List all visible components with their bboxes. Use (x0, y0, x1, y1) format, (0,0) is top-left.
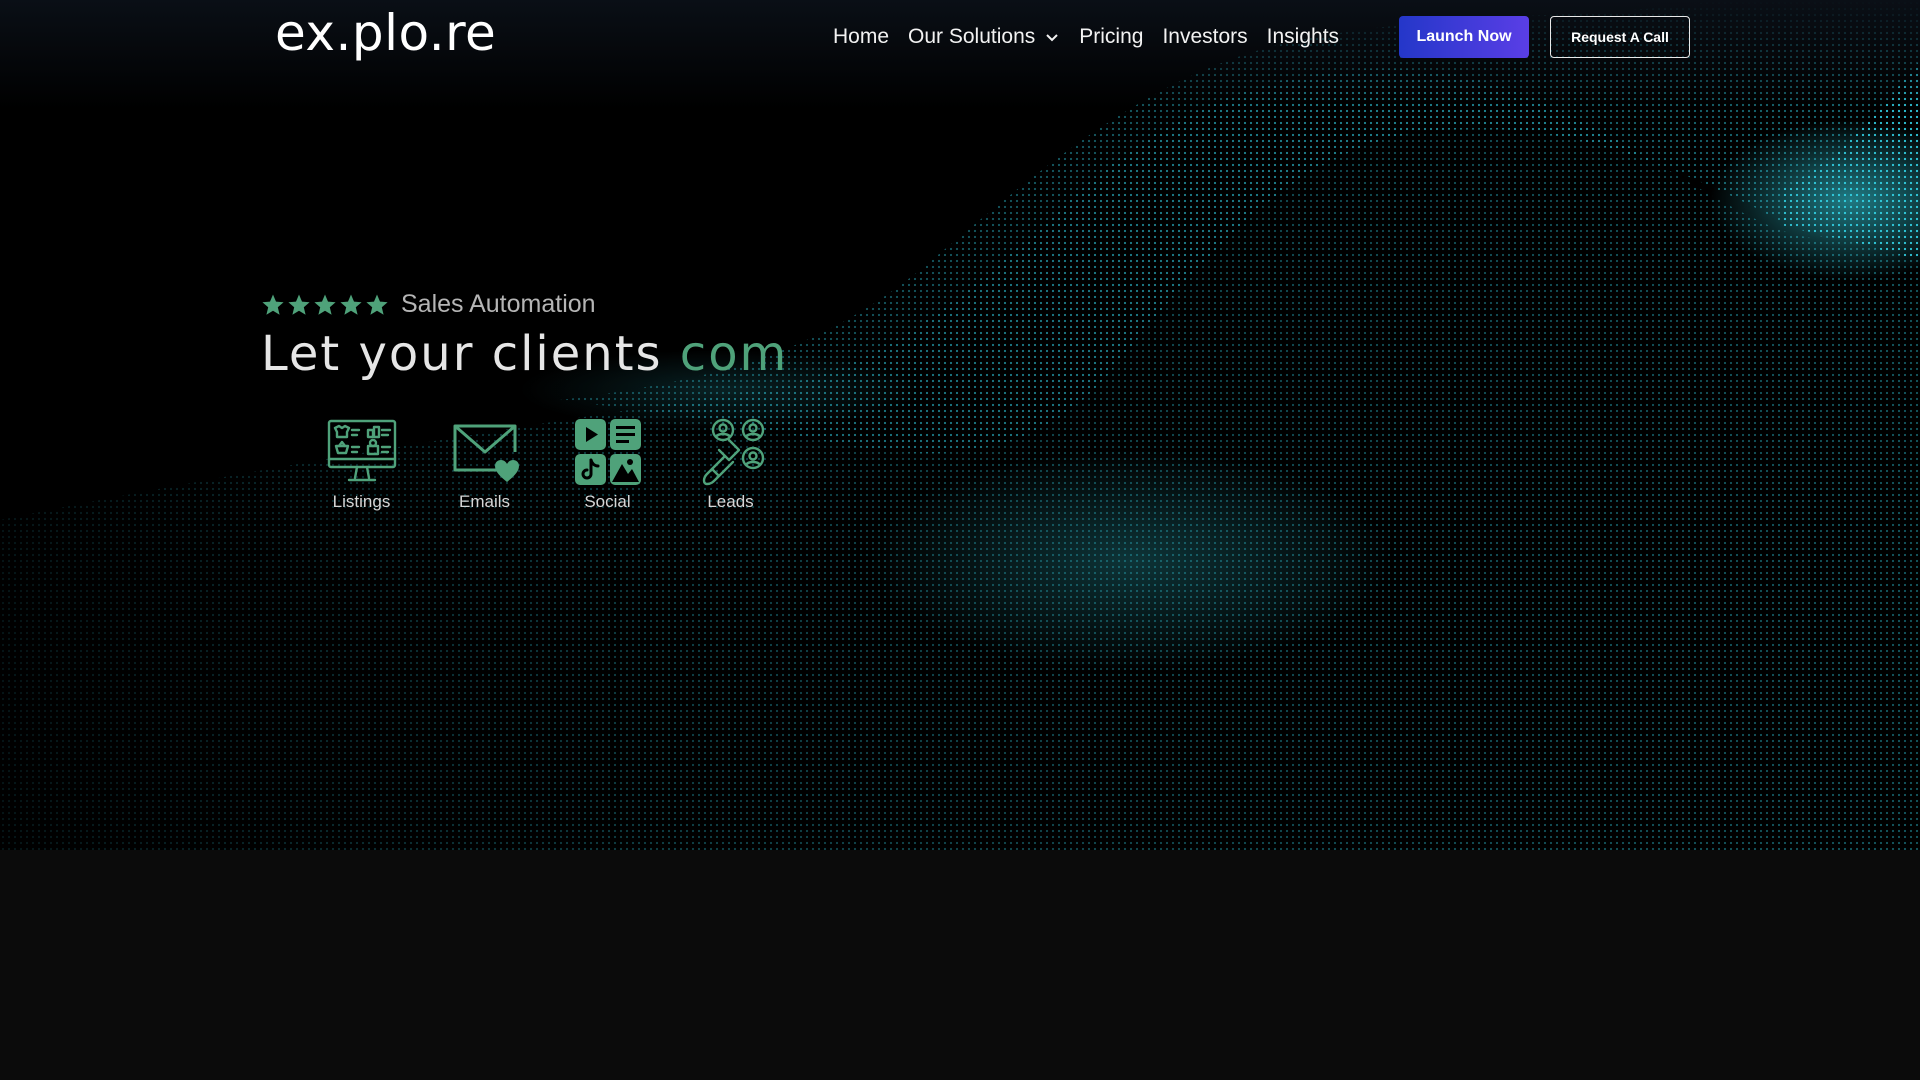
nav-item-label: Investors (1162, 25, 1248, 48)
star-icon (262, 294, 284, 315)
nav-item-label: Pricing (1079, 25, 1144, 48)
hero-section (0, 0, 1920, 850)
feature-label: Emails (458, 492, 510, 511)
top-navigation: ex.plo.re Home Our Solutions Pricing Inv… (0, 0, 1920, 75)
nav-item-investors[interactable]: Investors (1162, 22, 1247, 52)
star-icon (314, 294, 336, 315)
listings-monitor-icon (327, 419, 396, 482)
brand-logo[interactable]: ex.plo.re (275, 4, 496, 62)
nav-item-insights[interactable]: Insights (1267, 22, 1339, 52)
email-heart-icon (453, 424, 519, 482)
feature-label: Listings (332, 492, 391, 511)
feature-label: Leads (707, 492, 754, 511)
main-menu: Home Our Solutions Pricing Investors Ins… (833, 22, 1339, 52)
star-icon (288, 294, 310, 315)
nav-item-our-solutions[interactable]: Our Solutions (908, 22, 1060, 52)
rating-row: Sales Automation (261, 290, 596, 319)
feature-social[interactable]: Social (546, 418, 669, 512)
particle-wave-background (0, 0, 1920, 850)
headline-static-text: Let your clients (261, 326, 680, 382)
headline-typed-text: com (679, 326, 789, 382)
feature-leads[interactable]: Leads (669, 418, 792, 512)
feature-emails[interactable]: Emails (423, 418, 546, 512)
star-icon (340, 294, 362, 315)
hero-headline: Let your clients com (261, 326, 788, 382)
feature-icons-row: Listings Emails Social Leads (300, 418, 792, 512)
star-icon (366, 294, 388, 315)
nav-item-label: Our Solutions (908, 25, 1036, 48)
social-media-grid-icon (574, 419, 641, 485)
lower-section (0, 850, 1920, 1080)
chevron-down-icon (1046, 34, 1058, 42)
lead-magnet-icon (702, 418, 764, 486)
rating-label: Sales Automation (401, 290, 596, 318)
nav-item-label: Home (833, 25, 890, 48)
feature-label: Social (584, 492, 631, 511)
nav-item-label: Insights (1266, 25, 1340, 48)
feature-listings[interactable]: Listings (300, 418, 423, 512)
star-rating (261, 293, 389, 317)
request-call-button[interactable]: Request A Call (1550, 16, 1690, 58)
nav-item-pricing[interactable]: Pricing (1079, 22, 1143, 52)
launch-now-button[interactable]: Launch Now (1399, 16, 1529, 58)
nav-item-home[interactable]: Home (833, 22, 889, 52)
